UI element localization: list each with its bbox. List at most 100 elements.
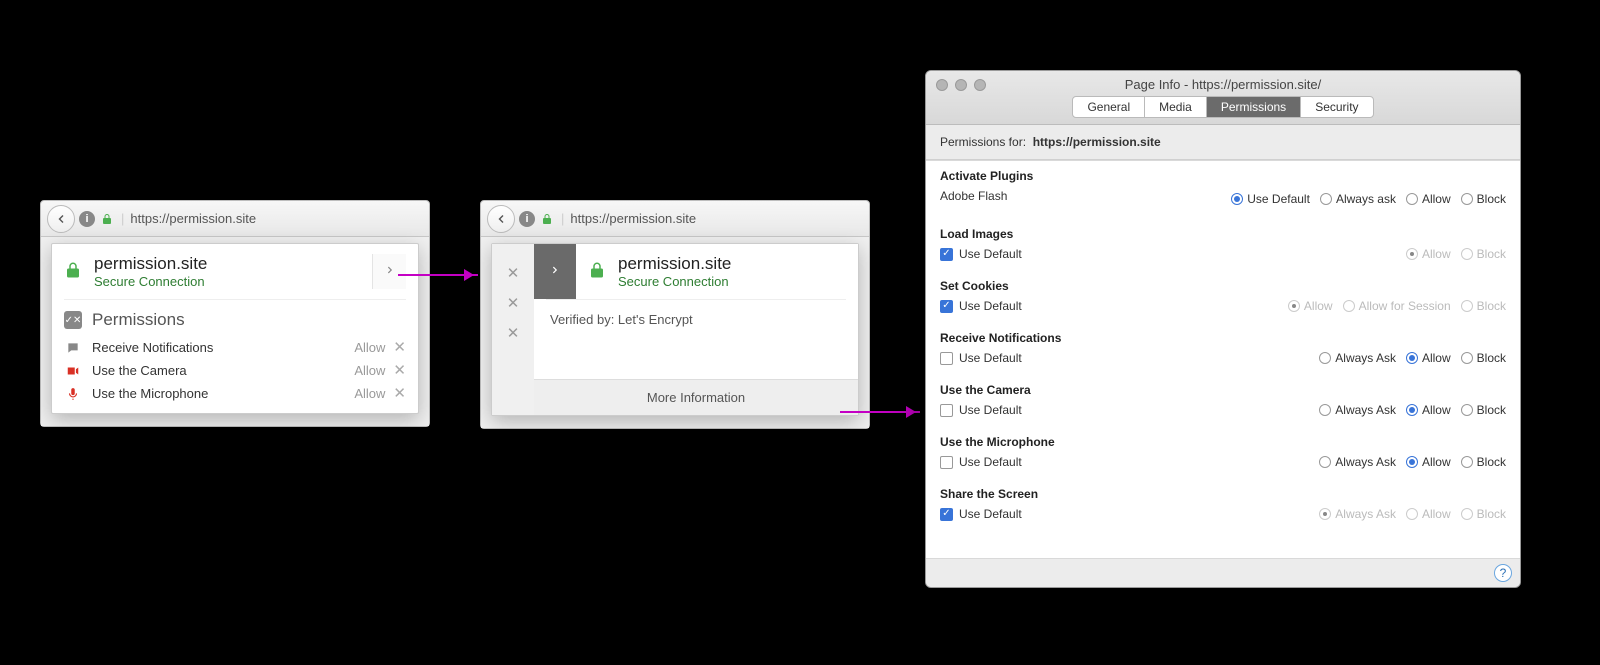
back-button[interactable] bbox=[47, 205, 75, 233]
permission-status: Allow bbox=[354, 386, 385, 401]
permission-block: Activate PluginsAdobe FlashUse DefaultAl… bbox=[926, 161, 1520, 219]
permission-label: Use the Microphone bbox=[92, 386, 354, 401]
option-block: Block bbox=[1461, 299, 1506, 313]
use-default-label: Use Default bbox=[959, 247, 1022, 261]
url-text[interactable]: https://permission.site bbox=[570, 211, 696, 226]
url-separator: | bbox=[121, 211, 124, 226]
remove-permission-icon[interactable]: ✕ bbox=[393, 363, 406, 378]
chat-icon bbox=[64, 341, 82, 355]
use-default-label: Use Default bbox=[959, 507, 1022, 521]
permissions-list[interactable]: Activate PluginsAdobe FlashUse DefaultAl… bbox=[926, 160, 1520, 559]
camera-icon bbox=[64, 364, 82, 378]
remove-permission-icon[interactable]: ✕ bbox=[507, 264, 520, 282]
permission-block: Share the ScreenUse DefaultAlways AskAll… bbox=[926, 479, 1520, 531]
use-default-checkbox[interactable] bbox=[940, 456, 953, 469]
radio-icon bbox=[1406, 352, 1418, 364]
radio-icon bbox=[1461, 352, 1473, 364]
permissions-for-bar: Permissions for: https://permission.site bbox=[926, 125, 1520, 160]
option-block[interactable]: Block bbox=[1461, 351, 1506, 365]
window-footer: ? bbox=[926, 559, 1520, 587]
site-name: permission.site bbox=[618, 254, 731, 274]
option-block[interactable]: Block bbox=[1461, 192, 1506, 206]
lock-icon bbox=[99, 211, 115, 227]
window-title: Page Info - https://permission.site/ bbox=[1125, 77, 1322, 92]
site-name: permission.site bbox=[94, 254, 372, 274]
radio-icon bbox=[1406, 456, 1418, 468]
use-default-checkbox[interactable] bbox=[940, 352, 953, 365]
option-always ask[interactable]: Always ask bbox=[1320, 192, 1396, 206]
permission-label: Use the Camera bbox=[92, 363, 354, 378]
remove-permission-icon[interactable]: ✕ bbox=[507, 294, 520, 312]
back-button[interactable] bbox=[487, 205, 515, 233]
remove-permission-icon[interactable]: ✕ bbox=[393, 340, 406, 355]
option-always ask[interactable]: Always Ask bbox=[1319, 351, 1396, 365]
option-allow[interactable]: Allow bbox=[1406, 455, 1451, 469]
radio-icon bbox=[1319, 404, 1331, 416]
permission-status: Allow bbox=[354, 340, 385, 355]
tab-media[interactable]: Media bbox=[1145, 97, 1207, 117]
radio-icon bbox=[1461, 456, 1473, 468]
window-controls[interactable] bbox=[936, 79, 986, 91]
permission-row: Use the MicrophoneAllow ✕ bbox=[52, 382, 418, 405]
identity-info-icon[interactable]: i bbox=[519, 211, 535, 227]
permission-status: Allow bbox=[354, 363, 385, 378]
use-default-checkbox[interactable] bbox=[940, 404, 953, 417]
permission-block-heading: Use the Microphone bbox=[940, 435, 1506, 449]
permission-block: Use the Microphone Use Default Always Ask A… bbox=[926, 427, 1520, 479]
remove-permission-icon[interactable]: ✕ bbox=[507, 324, 520, 342]
connection-status: Secure Connection bbox=[94, 274, 372, 289]
mic-icon bbox=[64, 387, 82, 401]
lock-icon bbox=[588, 259, 606, 284]
radio-icon bbox=[1343, 300, 1355, 312]
option-allow[interactable]: Allow bbox=[1406, 351, 1451, 365]
permission-row: Use the CameraAllow ✕ bbox=[52, 359, 418, 382]
permissions-for-label: Permissions for: bbox=[940, 135, 1026, 149]
radio-icon bbox=[1288, 300, 1300, 312]
url-toolbar: i | https://permission.site bbox=[41, 201, 429, 237]
radio-icon bbox=[1319, 456, 1331, 468]
remove-permission-icon[interactable]: ✕ bbox=[393, 386, 406, 401]
permission-block: Set CookiesUse DefaultAllowAllow for Ses… bbox=[926, 271, 1520, 323]
identity-popover: permission.site Secure Connection ✓✕ Per… bbox=[51, 243, 419, 414]
radio-icon bbox=[1406, 248, 1418, 260]
use-default-checkbox[interactable] bbox=[940, 508, 953, 521]
tab-general[interactable]: General bbox=[1073, 97, 1145, 117]
use-default-label: Use Default bbox=[959, 299, 1022, 313]
expand-security-button[interactable] bbox=[372, 254, 406, 289]
help-button[interactable]: ? bbox=[1494, 564, 1512, 582]
option-block: Block bbox=[1461, 507, 1506, 521]
identity-info-icon[interactable]: i bbox=[79, 211, 95, 227]
permission-block-heading: Receive Notifications bbox=[940, 331, 1506, 345]
option-always ask[interactable]: Always Ask bbox=[1319, 455, 1396, 469]
use-default-checkbox[interactable] bbox=[940, 300, 953, 313]
identity-popover-collapsed: i | https://permission.site permission.s… bbox=[40, 200, 430, 427]
identity-popover-expanded: i | https://permission.site ✕ ✕ ✕ bbox=[480, 200, 870, 429]
tab-permissions[interactable]: Permissions bbox=[1207, 97, 1301, 117]
option-allow[interactable]: Allow bbox=[1406, 403, 1451, 417]
radio-icon bbox=[1406, 508, 1418, 520]
permissions-strip: ✕ ✕ ✕ bbox=[492, 244, 534, 415]
option-allow[interactable]: Allow bbox=[1406, 192, 1451, 206]
page-info-window: Page Info - https://permission.site/ Gen… bbox=[925, 70, 1521, 588]
option-use default[interactable]: Use Default bbox=[1231, 192, 1310, 206]
use-default-label: Use Default bbox=[959, 403, 1022, 417]
tab-security[interactable]: Security bbox=[1301, 97, 1372, 117]
option-block[interactable]: Block bbox=[1461, 455, 1506, 469]
radio-icon bbox=[1461, 404, 1473, 416]
url-text[interactable]: https://permission.site bbox=[130, 211, 256, 226]
use-default-label: Use Default bbox=[959, 455, 1022, 469]
option-always ask[interactable]: Always Ask bbox=[1319, 403, 1396, 417]
permission-block-heading: Set Cookies bbox=[940, 279, 1506, 293]
use-default-checkbox[interactable] bbox=[940, 248, 953, 261]
certificate-verified-by: Verified by: Let's Encrypt bbox=[534, 300, 858, 339]
permission-block-heading: Share the Screen bbox=[940, 487, 1506, 501]
permissions-heading-label: Permissions bbox=[92, 310, 185, 330]
permission-block-heading: Activate Plugins bbox=[940, 169, 1506, 183]
option-block[interactable]: Block bbox=[1461, 403, 1506, 417]
url-separator: | bbox=[561, 211, 564, 226]
more-information-button[interactable]: More Information bbox=[534, 379, 858, 415]
radio-icon bbox=[1231, 193, 1243, 205]
collapse-security-button[interactable] bbox=[534, 244, 576, 299]
permissions-icon: ✓✕ bbox=[64, 311, 82, 329]
radio-icon bbox=[1319, 352, 1331, 364]
